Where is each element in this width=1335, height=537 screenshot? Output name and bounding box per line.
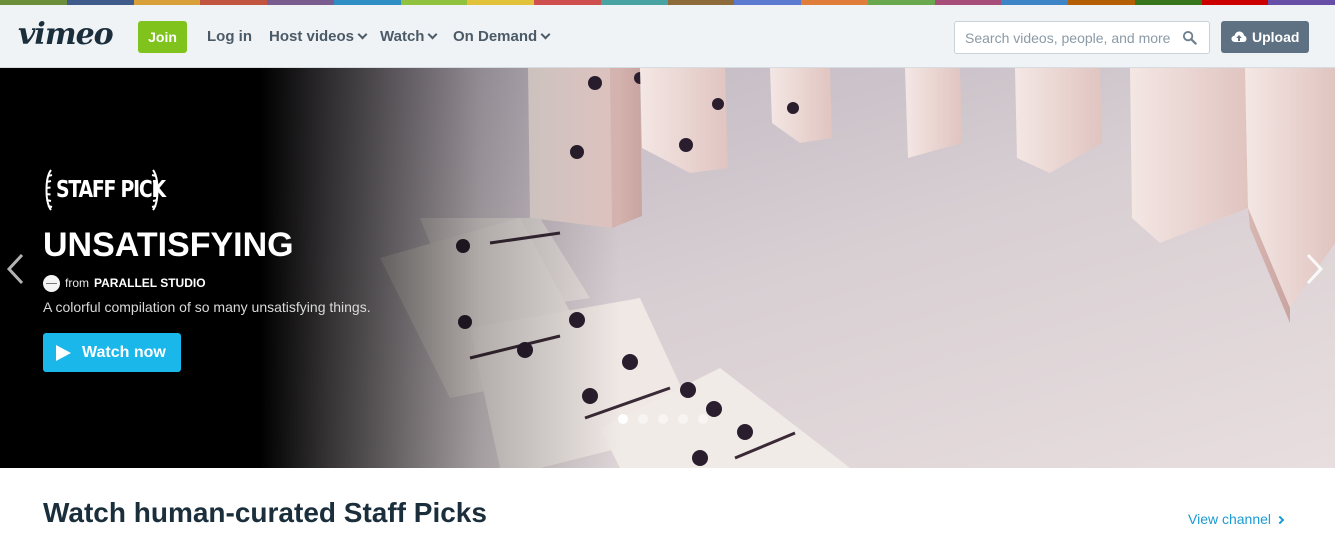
nav-on-demand[interactable]: On Demand [453, 21, 551, 53]
view-channel-label: View channel [1188, 511, 1272, 527]
top-navigation-bar: vimeo vimeo Join Log in Host videos Watc… [0, 5, 1335, 68]
laurel-left-icon [45, 169, 53, 211]
carousel-dot-4[interactable] [678, 414, 688, 424]
byline-from-label: from [65, 276, 89, 290]
search-input[interactable] [955, 22, 1175, 53]
carousel-pagination [618, 414, 718, 426]
login-label: Log in [207, 28, 252, 45]
join-button[interactable]: Join [138, 21, 187, 53]
chevron-right-icon [1306, 253, 1324, 285]
staff-pick-badge: STAFF PICK [42, 167, 166, 213]
section-title: Watch human-curated Staff Picks [43, 497, 487, 528]
nav-on-demand-label: On Demand [453, 28, 538, 45]
carousel-next-button[interactable] [1300, 249, 1328, 289]
hero-dark-overlay [0, 68, 1335, 468]
watch-now-button[interactable]: Watch now [43, 333, 181, 372]
search-icon[interactable] [1182, 30, 1197, 45]
staff-pick-label: STAFF PICK [56, 177, 166, 203]
nav-watch[interactable]: Watch [380, 21, 438, 53]
upload-button[interactable]: Upload [1221, 21, 1309, 53]
carousel-dot-1[interactable] [618, 414, 628, 424]
hero-byline: from PARALLEL STUDIO [43, 274, 206, 292]
chevron-right-icon [1275, 515, 1285, 525]
upload-label: Upload [1252, 29, 1300, 45]
hero-description: A colorful compilation of so many unsati… [43, 299, 371, 315]
chevron-down-icon [428, 29, 438, 40]
hero-video-title[interactable]: UNSATISFYING [43, 226, 294, 265]
chevron-down-icon [357, 29, 368, 40]
carousel-dot-2[interactable] [638, 414, 648, 424]
carousel-prev-button[interactable] [2, 249, 30, 289]
studio-name-link[interactable]: PARALLEL STUDIO [94, 276, 206, 290]
watch-now-label: Watch now [82, 344, 166, 361]
search-box [954, 21, 1210, 54]
carousel-dot-3[interactable] [658, 414, 668, 424]
chevron-left-icon [6, 253, 24, 285]
cloud-upload-icon [1231, 31, 1247, 42]
nav-host-videos-label: Host videos [269, 28, 355, 45]
featured-video-carousel: STAFF PICK UNSATISFYING from PARALLEL ST… [0, 68, 1335, 468]
play-icon [56, 345, 71, 361]
login-link[interactable]: Log in [207, 21, 252, 53]
nav-host-videos[interactable]: Host videos [269, 21, 368, 53]
nav-watch-label: Watch [380, 28, 425, 45]
studio-avatar[interactable] [43, 274, 60, 292]
vimeo-logo[interactable]: vimeo vimeo [18, 15, 118, 52]
chevron-down-icon [540, 29, 551, 40]
carousel-dot-5[interactable] [698, 414, 708, 424]
view-channel-link[interactable]: View channel [1188, 511, 1285, 527]
